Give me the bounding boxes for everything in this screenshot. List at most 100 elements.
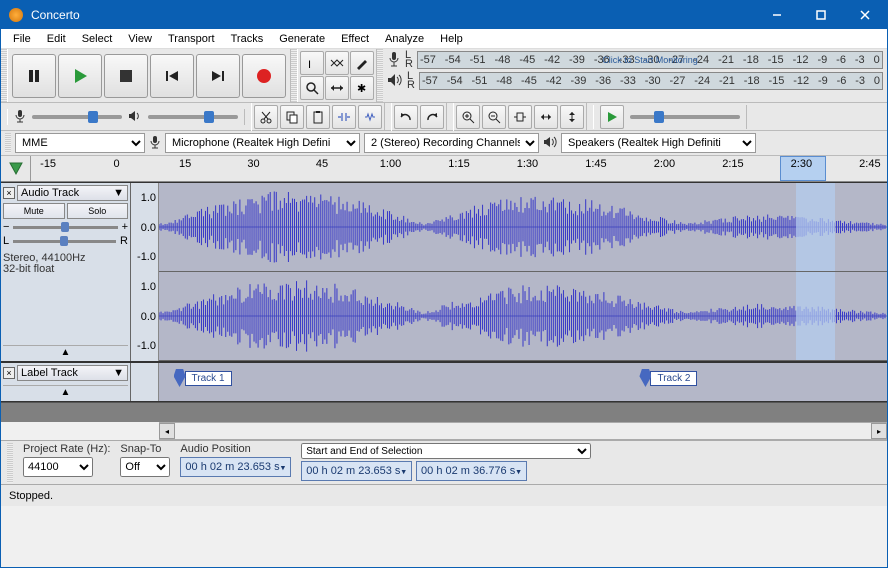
statusbar: Stopped. (1, 484, 887, 506)
track-control-panel: × Audio Track ▼ Mute Solo −+ LR Stereo, … (1, 183, 131, 361)
minimize-button[interactable] (755, 1, 799, 29)
audio-track: × Audio Track ▼ Mute Solo −+ LR Stereo, … (1, 182, 887, 362)
playback-meter[interactable]: -57-54-51-48-45-42-39-36-33-30-27-24-21-… (419, 72, 883, 90)
svg-text:✱: ✱ (357, 83, 366, 95)
label-lane[interactable]: Track 1 Track 2 (159, 363, 887, 401)
track-collapse-button[interactable]: ▲ (3, 345, 128, 359)
device-toolbar: MME Microphone (Realtek High Defini 2 (S… (1, 131, 887, 156)
amplitude-scale: 1.00.0-1.0 1.00.0-1.0 (131, 183, 159, 361)
close-button[interactable] (843, 1, 887, 29)
track-format-info: Stereo, 44100Hz32-bit float (3, 253, 128, 275)
zoom-in-button[interactable] (456, 105, 480, 129)
selection-toolbar: Project Rate (Hz): 44100 Snap-To Off Aud… (1, 440, 887, 484)
app-icon (9, 8, 23, 22)
playback-device-select[interactable]: Speakers (Realtek High Definiti (561, 133, 756, 153)
pin-playhead-button[interactable] (1, 156, 31, 181)
scroll-left-button[interactable]: ◂ (159, 423, 175, 439)
grip[interactable] (7, 443, 13, 483)
playback-speed-slider[interactable] (630, 115, 740, 119)
window-title: Concerto (31, 8, 755, 22)
project-rate-select[interactable]: 44100 (23, 457, 93, 477)
cut-button[interactable] (254, 105, 278, 129)
solo-button[interactable]: Solo (67, 203, 129, 219)
redo-button[interactable] (420, 105, 444, 129)
snap-to-select[interactable]: Off (120, 457, 170, 477)
selection-end-field[interactable]: 00 h 02 m 36.776 s▾ (416, 461, 527, 481)
maximize-button[interactable] (799, 1, 843, 29)
multi-tool-icon[interactable]: ✱ (350, 76, 374, 100)
audio-position-label: Audio Position (180, 443, 291, 455)
copy-button[interactable] (280, 105, 304, 129)
silence-button[interactable] (358, 105, 382, 129)
menu-analyze[interactable]: Analyze (377, 31, 432, 47)
audio-host-select[interactable]: MME (15, 133, 145, 153)
mic-icon (387, 51, 401, 69)
svg-text:I: I (308, 59, 311, 70)
waveform-channel-left[interactable] (159, 183, 887, 272)
fit-project-button[interactable] (534, 105, 558, 129)
playback-volume-slider[interactable] (148, 115, 238, 119)
scroll-right-button[interactable]: ▸ (871, 423, 887, 439)
track-menu-button[interactable]: Label Track ▼ (17, 365, 128, 381)
skip-end-button[interactable] (196, 54, 240, 98)
timeshift-tool-icon[interactable] (325, 76, 349, 100)
play-at-speed-button[interactable] (600, 105, 624, 129)
zoom-toggle-button[interactable] (560, 105, 584, 129)
snap-to-label: Snap-To (120, 443, 170, 455)
paste-button[interactable] (306, 105, 330, 129)
menubar: File Edit Select View Transport Tracks G… (1, 29, 887, 49)
track-menu-button[interactable]: Audio Track ▼ (17, 185, 128, 201)
menu-edit[interactable]: Edit (39, 31, 74, 47)
zoom-out-button[interactable] (482, 105, 506, 129)
pan-slider[interactable]: LR (3, 235, 128, 247)
track-close-button[interactable]: × (3, 367, 15, 379)
menu-file[interactable]: File (5, 31, 39, 47)
recording-meter[interactable]: -57-54-51-48-45-42-39-36-33-30-27-24-21-… (417, 51, 883, 69)
menu-select[interactable]: Select (74, 31, 121, 47)
status-text: Stopped. (9, 490, 53, 502)
transport-toolbar: I ✱ LR -57-54-51-48-45-42-39-36-33-30-27… (1, 49, 887, 103)
menu-help[interactable]: Help (432, 31, 471, 47)
menu-view[interactable]: View (120, 31, 160, 47)
selection-tool-icon[interactable]: I (300, 51, 324, 75)
grip[interactable] (5, 133, 11, 153)
gain-slider[interactable]: −+ (3, 221, 128, 233)
recording-device-select[interactable]: Microphone (Realtek High Defini (165, 133, 360, 153)
record-button[interactable] (242, 54, 286, 98)
undo-button[interactable] (394, 105, 418, 129)
project-rate-label: Project Rate (Hz): (23, 443, 110, 455)
titlebar: Concerto (1, 1, 887, 29)
speaker-icon (128, 109, 142, 125)
track-close-button[interactable]: × (3, 187, 15, 199)
waveform-channel-right[interactable] (159, 272, 887, 361)
stop-button[interactable] (104, 54, 148, 98)
recording-channels-select[interactable]: 2 (Stereo) Recording Channels (364, 133, 539, 153)
trim-button[interactable] (332, 105, 356, 129)
timeline-ruler[interactable]: -1501530451:001:151:301:452:002:152:302:… (1, 156, 887, 182)
play-button[interactable] (58, 54, 102, 98)
label-marker[interactable]: Track 1 (174, 369, 232, 387)
menu-generate[interactable]: Generate (271, 31, 333, 47)
envelope-tool-icon[interactable] (325, 51, 349, 75)
skip-start-button[interactable] (150, 54, 194, 98)
play-meter-lr: LR (407, 72, 415, 90)
speaker-icon (543, 135, 557, 151)
fit-selection-button[interactable] (508, 105, 532, 129)
label-track: × Label Track ▼ ▲ Track 1 Track 2 (1, 362, 887, 402)
zoom-tool-icon[interactable] (300, 76, 324, 100)
track-collapse-button[interactable]: ▲ (3, 385, 128, 399)
recording-volume-slider[interactable] (32, 115, 122, 119)
audio-position-field[interactable]: 00 h 02 m 23.653 s▾ (180, 457, 291, 477)
menu-transport[interactable]: Transport (160, 31, 223, 47)
menu-tracks[interactable]: Tracks (223, 31, 272, 47)
pause-button[interactable] (12, 54, 56, 98)
selection-mode-select[interactable]: Start and End of Selection (301, 443, 591, 459)
mute-button[interactable]: Mute (3, 203, 65, 219)
mic-icon (14, 109, 26, 125)
menu-effect[interactable]: Effect (333, 31, 377, 47)
rec-meter-lr: LR (405, 51, 413, 69)
horizontal-scrollbar[interactable]: ◂ ▸ (159, 422, 887, 440)
label-marker[interactable]: Track 2 (639, 369, 697, 387)
draw-tool-icon[interactable] (350, 51, 374, 75)
selection-start-field[interactable]: 00 h 02 m 23.653 s▾ (301, 461, 412, 481)
